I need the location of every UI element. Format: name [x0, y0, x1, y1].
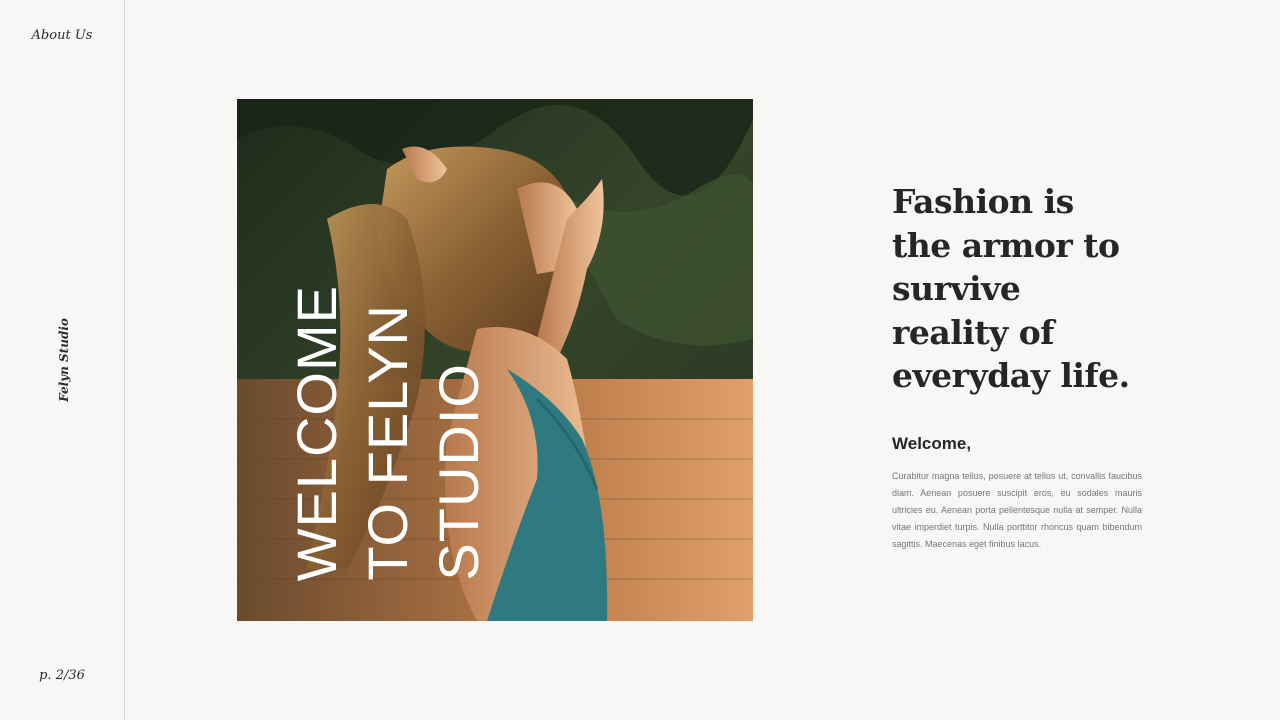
headline: Fashion is the armor to survive reality … [892, 182, 1130, 395]
hero-title-overlay: WELCOME TO FELYN STUDIO [237, 99, 753, 621]
sidebar: About Us Felyn Studio p. 2/36 [0, 0, 125, 720]
hero-image: WELCOME TO FELYN STUDIO [237, 99, 753, 621]
welcome-heading: Welcome, [892, 433, 972, 453]
hero-line-to-felyn: TO FELYN [356, 304, 419, 581]
hero-line-studio: STUDIO [427, 363, 490, 581]
hero-line-welcome: WELCOME [285, 284, 348, 581]
main-content: Fashion is the armor to survive reality … [892, 180, 1142, 553]
about-us-link[interactable]: About Us [0, 28, 124, 43]
body-paragraph: Curabitur magna tellus, posuere at tellu… [892, 470, 1142, 549]
page-number: p. 2/36 [39, 668, 85, 683]
brand-name: Felyn Studio [57, 318, 71, 402]
